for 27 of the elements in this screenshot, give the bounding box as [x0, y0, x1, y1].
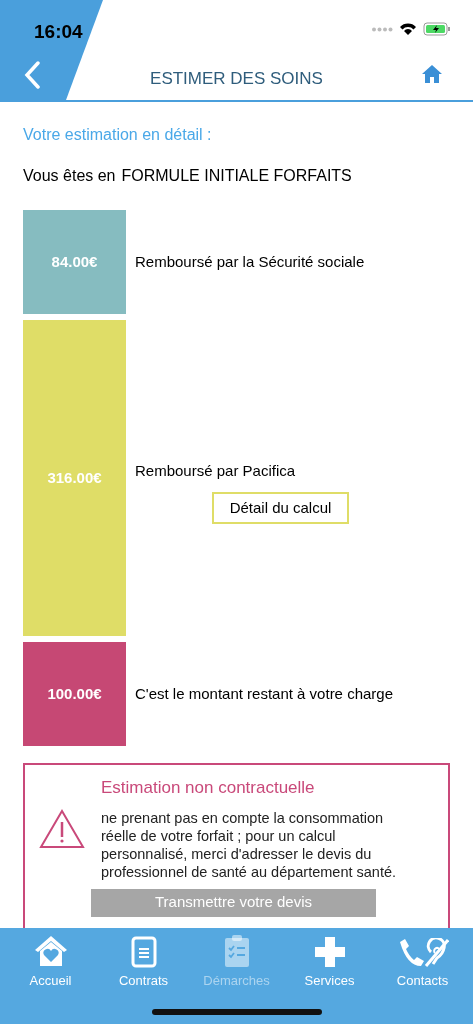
warning-text: ne prenant pas en compte la consommation réelle de votre forfait ; pour un calcul personnalisé, merci d'adresser le devis du professionnel de santé au département santé.: [101, 808, 398, 881]
amount-bar: 100.00€: [23, 642, 126, 746]
reimbursement-label: Remboursé par la Sécurité sociale: [135, 251, 365, 272]
formula-prefix: Vous êtes en: [23, 166, 116, 186]
amount-bar: 84.00€: [23, 210, 126, 314]
amount-bar: 316.00€: [23, 320, 126, 636]
tab-bar-item[interactable]: Contrats: [98, 934, 189, 991]
home-icon[interactable]: [421, 64, 443, 84]
battery-icon: [423, 22, 451, 36]
document-icon: [130, 936, 157, 968]
wifi-icon: [399, 22, 417, 36]
section-heading: Votre estimation en détail :: [23, 125, 213, 145]
tab-bar-item[interactable]: Contacts: [377, 934, 468, 991]
signal-icon: [371, 26, 393, 32]
cross-icon: [313, 936, 346, 968]
reimbursement-label: C'est le montant restant à votre charge: [135, 683, 393, 704]
send-quote-button[interactable]: Transmettre votre devis: [91, 888, 376, 917]
formula-name: FORMULE INITIALE FORFAITS: [121, 166, 352, 186]
warning-icon: [39, 809, 85, 849]
calculation-detail-button[interactable]: Détail du calcul: [212, 491, 349, 524]
screen-title: ESTIMER DES SOINS: [149, 68, 324, 90]
tab-bar-item[interactable]: Accueil: [5, 934, 96, 991]
warning-title: Estimation non contractuelle: [101, 777, 316, 799]
reimbursement-label: Remboursé par Pacifica: [135, 461, 297, 482]
tab-bar-item[interactable]: Services: [284, 934, 375, 991]
clipboard-icon: [223, 934, 250, 968]
status-time: 16:04: [34, 20, 83, 44]
